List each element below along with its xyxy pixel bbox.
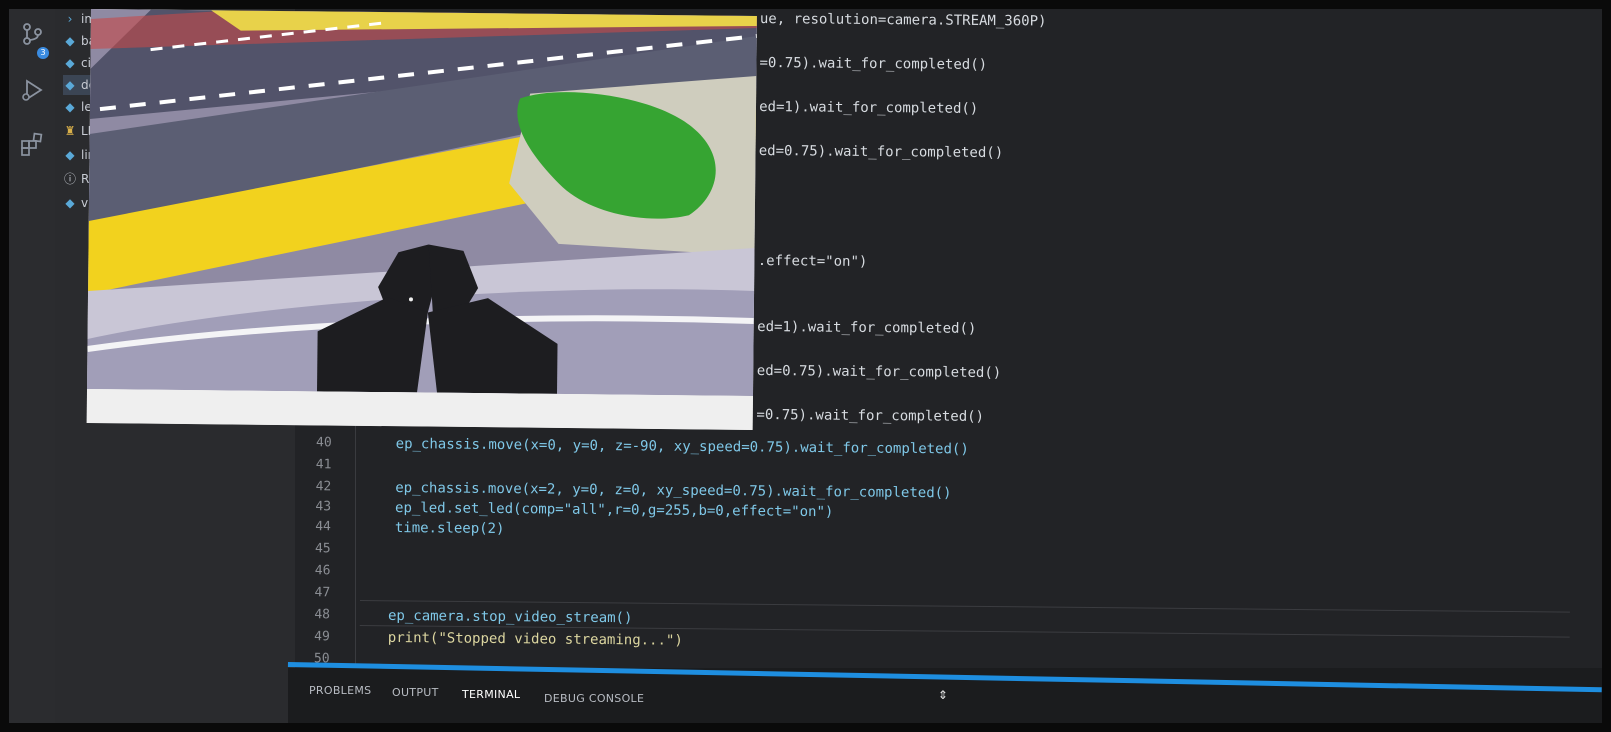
video-window-footer xyxy=(86,388,753,430)
code-line-fragment: ed=1).wait_for_completed() xyxy=(757,318,977,337)
tab-output[interactable]: OUTPUT xyxy=(392,686,439,699)
resize-handle-icon[interactable]: ⇕ xyxy=(938,684,948,704)
line-number: 46 xyxy=(314,563,331,579)
source-control-icon[interactable] xyxy=(19,21,45,47)
extensions-icon[interactable] xyxy=(19,131,45,157)
code-text: ep_chassis.move(x=0, y=0, z=-90, xy_spee… xyxy=(395,435,969,458)
python-file-icon: ◆ xyxy=(65,56,75,70)
robot-camera-video-window[interactable] xyxy=(86,9,757,430)
python-file-icon: ◆ xyxy=(65,78,75,92)
code-text: ep_camera.stop_video_stream() xyxy=(387,607,633,627)
line-number: 45 xyxy=(314,541,331,557)
code-text: print("Stopped video streaming...") xyxy=(387,629,683,649)
robot-camera-view xyxy=(87,9,757,396)
code-lines: 39 40ep_chassis.move(x=0, y=0, z=-90, xy… xyxy=(290,410,1592,682)
tab-terminal[interactable]: TERMINAL xyxy=(462,688,520,701)
code-line-fragment: ed=0.75).wait_for_completed() xyxy=(758,142,1004,162)
line-number: 48 xyxy=(314,607,331,623)
code-line-fragment: ed=1).wait_for_completed() xyxy=(759,98,979,117)
info-file-icon: ⓘ xyxy=(63,172,76,186)
code-line-fragment: .effect="on") xyxy=(757,252,868,270)
python-file-icon: ◆ xyxy=(65,196,75,210)
line-number: 41 xyxy=(315,457,332,473)
code-text: time.sleep(2) xyxy=(394,519,505,538)
line-number: 40 xyxy=(315,435,332,451)
source-control-badge: 3 xyxy=(37,47,49,59)
run-debug-icon[interactable] xyxy=(19,77,45,103)
line-number: 49 xyxy=(314,629,330,645)
line-number: 44 xyxy=(315,519,331,535)
activity-bar: 3 xyxy=(9,9,55,723)
tab-debug-console[interactable]: DEBUG CONSOLE xyxy=(544,692,644,705)
line-number: 43 xyxy=(315,499,332,515)
python-file-icon: ◆ xyxy=(65,34,75,48)
tab-problems[interactable]: PROBLEMS xyxy=(309,684,371,697)
code-line-fragment: ed=0.75).wait_for_completed() xyxy=(756,362,1002,382)
python-file-icon: ◆ xyxy=(65,148,75,162)
code-partial-lines: ue, resolution=camera.STREAM_360P) =0.75… xyxy=(756,8,1600,435)
line-number: 47 xyxy=(314,585,331,601)
code-line-fragment: =0.75).wait_for_completed() xyxy=(759,54,988,73)
chevron-right-icon: › xyxy=(67,12,73,26)
code-line-fragment: ue, resolution=camera.STREAM_360P) xyxy=(759,10,1047,30)
python-file-icon: ◆ xyxy=(65,100,75,114)
line-number: 42 xyxy=(315,479,332,495)
license-file-icon: ♜ xyxy=(64,124,76,138)
